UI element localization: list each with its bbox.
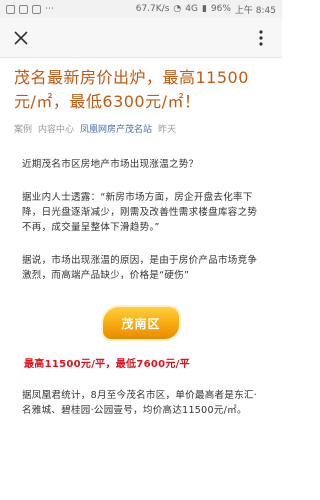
message-icon — [19, 4, 28, 14]
article-title: 茂名最新房价出炉，最高11500元/㎡，最低6300元/㎡！ — [14, 68, 249, 111]
clock: 上午 8:45 — [234, 5, 276, 16]
banner-label: 茂南区 — [121, 317, 161, 331]
district-banner: 茂南区 — [103, 301, 179, 345]
paragraph-2: 据业内人士透露：“新房市场方面，房企开盘去化率下降，日光盘逐渐减少，刚需及改善性… — [22, 192, 258, 233]
notification-icon — [6, 4, 15, 14]
network-speed: 67.7K/s — [135, 4, 170, 14]
signal-indicator: 4G — [185, 4, 198, 14]
status-bar: ⋯ 67.7K/s ◔ 4G ▮ 96% 上午 8:45 — [0, 0, 282, 18]
paragraph-1: 近期茂名市区房地产市场出现涨温之势？ — [22, 159, 199, 170]
signal-bars-icon: ▮ — [201, 3, 207, 14]
nav-bar — [0, 18, 282, 58]
battery-percent: 96% — [210, 4, 231, 14]
wifi-icon: ◔ — [173, 3, 182, 14]
meta-source[interactable]: 凤凰网房产茂名站 — [80, 122, 152, 135]
status-left: ⋯ — [6, 3, 54, 14]
meta-date: 昨天 — [158, 125, 177, 135]
paragraph-3: 据说，市场出现涨温的原因，是由于房价产品市场竞争激烈，而高端产品缺少，价格是“硬… — [22, 255, 258, 281]
meta-tag: 案例 — [14, 125, 33, 135]
paragraph-4: 据凤凰君统计，8月至今茂名市区，单价最高者是东汇·名雅城、碧桂园·公园壹号，均价… — [22, 390, 258, 416]
more-button[interactable] — [250, 27, 272, 49]
article: 茂名最新房价出炉，最高11500元/㎡，最低6300元/㎡！ 案例 内容中心 凤… — [0, 58, 282, 418]
more-icon — [259, 29, 263, 46]
close-icon — [14, 30, 28, 45]
more-apps-icon: ⋯ — [45, 3, 54, 14]
status-right: 67.7K/s ◔ 4G ▮ 96% 上午 8:45 — [136, 3, 276, 16]
app-icon — [32, 4, 41, 14]
close-button[interactable] — [10, 27, 32, 49]
price-summary: 最高11500元/平，最低7600元/平 — [24, 359, 190, 370]
article-meta: 案例 内容中心 凤凰网房产茂名站 昨天 — [14, 122, 268, 135]
meta-channel[interactable]: 内容中心 — [38, 122, 74, 135]
